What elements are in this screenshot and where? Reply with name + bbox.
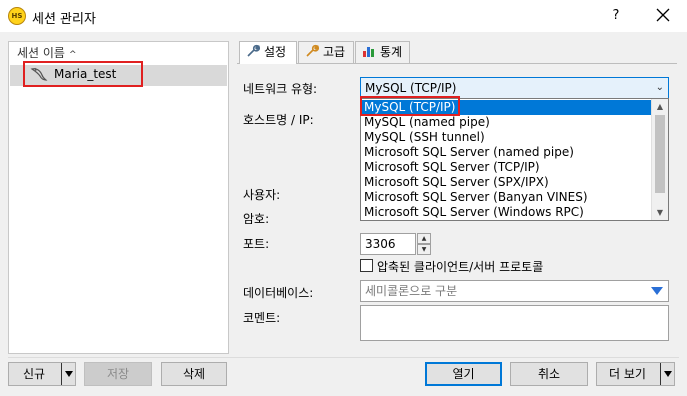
database-input[interactable]: 세미콜론으로 구분	[360, 280, 669, 302]
footer-divider	[8, 357, 679, 358]
host-label: 호스트명 / IP:	[243, 113, 314, 127]
open-button[interactable]: 열기	[425, 362, 502, 386]
port-label: 포트:	[243, 237, 270, 251]
compress-label[interactable]: 압축된 클라이언트/서버 프로토콜	[377, 258, 543, 275]
help-button[interactable]: ?	[606, 6, 626, 26]
scroll-down-icon[interactable]: ▼	[652, 205, 668, 220]
column-header-label: 세션 이름	[17, 46, 65, 60]
more-button[interactable]: 더 보기	[596, 362, 675, 386]
dropdown-option[interactable]: Microsoft SQL Server (SPX/IPX)	[361, 175, 651, 190]
dropdown-option[interactable]: MySQL (named pipe)	[361, 115, 651, 130]
dropdown-arrow-icon[interactable]	[61, 363, 75, 385]
dropdown-option[interactable]: Microsoft SQL Server (Windows RPC)	[361, 205, 651, 220]
delete-button[interactable]: 삭제	[161, 362, 227, 386]
title-bar: HS 세션 관리자 ?	[0, 0, 687, 32]
stepper-up-icon[interactable]: ▲	[417, 233, 431, 244]
compress-checkbox[interactable]	[360, 259, 373, 272]
sort-ascending-icon: ^	[68, 50, 77, 60]
scroll-up-icon[interactable]: ▲	[652, 99, 668, 114]
window-title: 세션 관리자	[32, 12, 96, 27]
tab-label: 설정	[264, 45, 287, 59]
stepper-down-icon[interactable]: ▼	[417, 244, 431, 255]
button-label: 더 보기	[609, 367, 646, 381]
dropdown-arrow-icon[interactable]	[660, 363, 674, 385]
tab-advanced[interactable]: 고급	[298, 41, 354, 63]
comment-textarea[interactable]	[360, 305, 669, 341]
dropdown-option[interactable]: Microsoft SQL Server (named pipe)	[361, 145, 651, 160]
comment-label: 코멘트:	[243, 311, 281, 325]
scrollbar-thumb[interactable]	[655, 115, 665, 193]
app-logo-icon: HS	[8, 7, 26, 25]
session-highlight-box	[23, 61, 143, 87]
user-label: 사용자:	[243, 188, 281, 202]
save-button[interactable]: 저장	[84, 362, 152, 386]
port-stepper[interactable]: ▲ ▼	[417, 233, 431, 255]
network-type-value: MySQL (TCP/IP)	[365, 81, 457, 95]
option-highlight-box	[360, 96, 460, 116]
dropdown-scrollbar[interactable]: ▲ ▼	[651, 99, 668, 220]
bar-chart-icon	[363, 47, 374, 57]
password-label: 암호:	[243, 212, 270, 226]
tab-label: 고급	[323, 45, 346, 59]
network-type-label: 네트워크 유형:	[243, 82, 318, 96]
button-label: 신규	[23, 367, 46, 381]
dropdown-option[interactable]: Microsoft SQL Server (TCP/IP)	[361, 160, 651, 175]
chevron-down-icon: ⌄	[655, 82, 664, 93]
network-type-dropdown-list[interactable]: MySQL (TCP/IP) MySQL (named pipe) MySQL …	[360, 98, 669, 221]
cancel-button[interactable]: 취소	[510, 362, 588, 386]
database-placeholder: 세미콜론으로 구분	[365, 284, 458, 298]
tab-settings[interactable]: 설정	[239, 41, 297, 64]
port-input[interactable]: 3306	[360, 233, 416, 255]
close-icon	[656, 8, 670, 22]
new-session-button[interactable]: 신규	[8, 362, 76, 386]
wrench-icon	[306, 44, 319, 57]
wrench-icon	[247, 44, 260, 57]
session-list[interactable]: 세션 이름 ^	[8, 41, 229, 354]
dropdown-option[interactable]: MySQL (SSH tunnel)	[361, 130, 651, 145]
database-label: 데이터베이스:	[243, 286, 314, 300]
tab-label: 통계	[380, 45, 403, 59]
dropdown-arrow-icon[interactable]	[651, 287, 663, 295]
close-button[interactable]	[652, 4, 674, 26]
dropdown-option[interactable]: Microsoft SQL Server (Banyan VINES)	[361, 190, 651, 205]
tab-statistics[interactable]: 통계	[355, 41, 410, 63]
